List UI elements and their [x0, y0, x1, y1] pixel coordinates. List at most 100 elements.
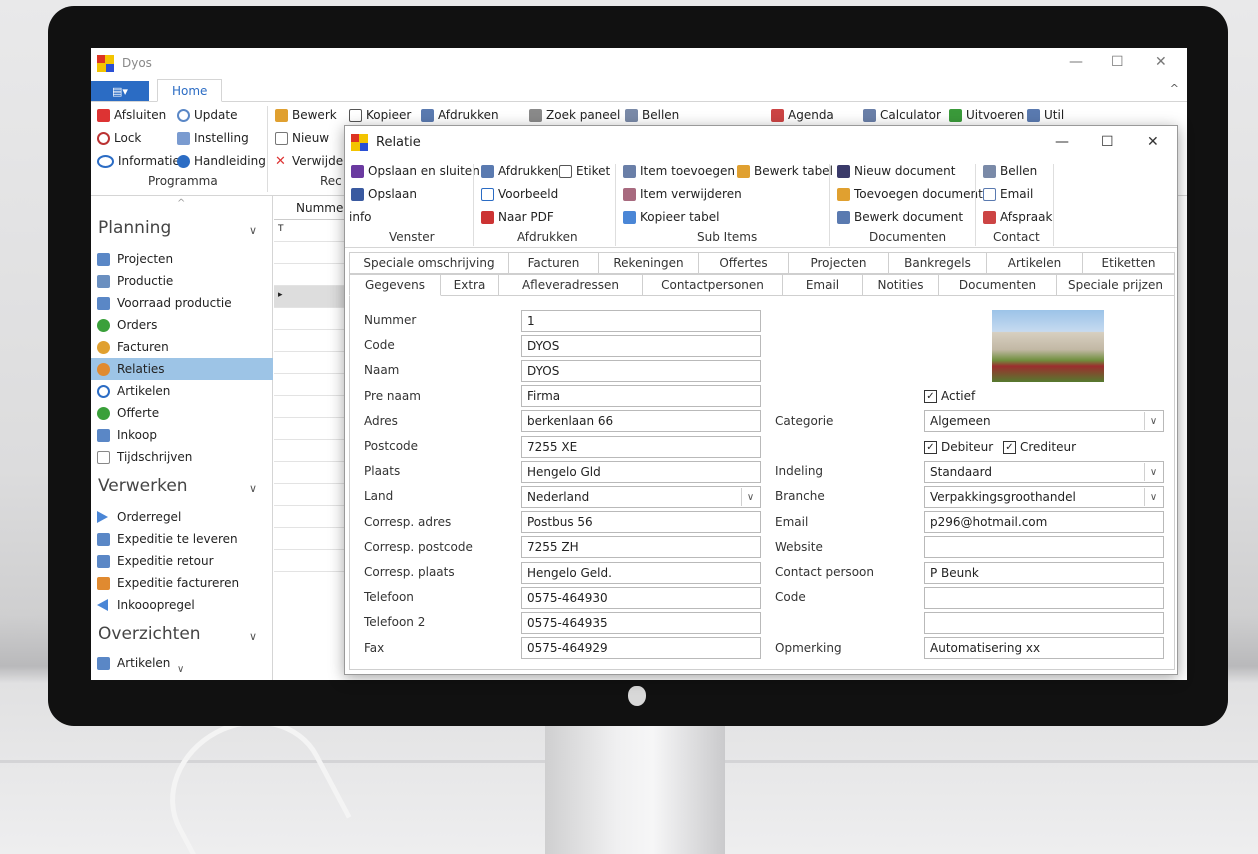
plaats-field[interactable]: Hengelo Gld — [521, 461, 761, 483]
postcode-field[interactable]: 7255 XE — [521, 436, 761, 458]
sidebar-item-tijdschrijven[interactable]: Tijdschrijven — [91, 446, 273, 468]
sidebar-item-voorraad-productie[interactable]: Voorraad productie — [91, 292, 273, 314]
naam-field[interactable]: DYOS — [521, 360, 761, 382]
sidebar-item-inkooopregel[interactable]: Inkooopregel — [91, 594, 273, 616]
table-row[interactable] — [274, 528, 344, 550]
tab-home[interactable]: Home — [157, 79, 223, 102]
filter-icon[interactable]: T — [278, 224, 284, 234]
bewerk-button[interactable]: Bewerk — [275, 108, 337, 122]
corresp-postcode-field[interactable]: 7255 ZH — [521, 536, 761, 558]
sidebar-item-orderregel[interactable]: Orderregel — [91, 506, 273, 528]
sidebar-item-expeditie-factureren[interactable]: Expeditie factureren — [91, 572, 273, 594]
zoek-paneel-button[interactable]: Zoek paneel — [529, 108, 620, 122]
pre-naam-field[interactable]: Firma — [521, 385, 761, 407]
telefoon-field[interactable]: 0575-464930 — [521, 587, 761, 609]
agenda-button[interactable]: Agenda — [771, 108, 834, 122]
scroll-up-icon[interactable]: ^ — [177, 198, 185, 209]
table-row[interactable] — [274, 308, 344, 330]
table-row[interactable]: ▸ — [274, 286, 344, 308]
table-row[interactable] — [274, 506, 344, 528]
sidebar-item-expeditie-retour[interactable]: Expeditie retour — [91, 550, 273, 572]
table-row[interactable] — [274, 352, 344, 374]
section-overzichten[interactable]: Overzichten — [98, 624, 201, 644]
chevron-down-icon[interactable]: ∨ — [249, 224, 257, 237]
nieuw-document-button[interactable]: Nieuw document — [837, 164, 955, 178]
lock-button[interactable]: Lock — [97, 131, 141, 145]
code-field[interactable]: DYOS — [521, 335, 761, 357]
tab-notities[interactable]: Notities — [863, 274, 939, 296]
handleiding-button[interactable]: Handleiding — [177, 154, 266, 168]
chevron-down-icon[interactable]: ∨ — [1144, 412, 1162, 430]
sidebar-item-facturen[interactable]: Facturen — [91, 336, 273, 358]
instelling-button[interactable]: Instelling — [177, 131, 249, 145]
minimize-icon[interactable]: — — [1069, 54, 1083, 70]
grid-column-nummer[interactable]: Nummer — [296, 201, 348, 215]
extra-field[interactable] — [924, 612, 1164, 634]
util-button[interactable]: Util — [1027, 108, 1064, 122]
tab-speciale-omschrijving[interactable]: Speciale omschrijving — [349, 252, 509, 274]
nummer-field[interactable]: 1 — [521, 310, 761, 332]
tab-projecten[interactable]: Projecten — [789, 252, 889, 274]
tab-facturen[interactable]: Facturen — [509, 252, 599, 274]
collapse-ribbon-icon[interactable]: ^ — [1170, 82, 1179, 95]
afsluiten-button[interactable]: Afsluiten — [97, 108, 166, 122]
tab-bankregels[interactable]: Bankregels — [889, 252, 987, 274]
contact-persoon-field[interactable]: P Beunk — [924, 562, 1164, 584]
dialog-maximize-icon[interactable]: ☐ — [1101, 134, 1114, 150]
kopieer-tabel-button[interactable]: Kopieer tabel — [623, 210, 719, 224]
info-button[interactable]: info — [349, 210, 372, 224]
afspraak-button[interactable]: Afspraak — [983, 210, 1052, 224]
naar-pdf-button[interactable]: Naar PDF — [481, 210, 554, 224]
sidebar-item-relaties[interactable]: Relaties — [91, 358, 273, 380]
section-planning[interactable]: Planning — [98, 218, 171, 238]
code-right-field[interactable] — [924, 587, 1164, 609]
uitvoeren-button[interactable]: Uitvoeren — [949, 108, 1024, 122]
tab-artikelen[interactable]: Artikelen — [987, 252, 1083, 274]
dialog-close-icon[interactable]: ✕ — [1147, 134, 1159, 150]
dialog-bellen-button[interactable]: Bellen — [983, 164, 1037, 178]
tab-contactpersonen[interactable]: Contactpersonen — [643, 274, 783, 296]
etiket-button[interactable]: Etiket — [559, 164, 610, 178]
close-icon[interactable]: ✕ — [1155, 54, 1167, 70]
sidebar-item-projecten[interactable]: Projecten — [91, 248, 273, 270]
voorbeeld-button[interactable]: Voorbeeld — [481, 187, 558, 201]
chevron-down-icon[interactable]: ∨ — [249, 482, 257, 495]
table-row[interactable] — [274, 264, 344, 286]
opslaan-en-sluiten-button[interactable]: Opslaan en sluiten — [351, 164, 480, 178]
table-row[interactable] — [274, 330, 344, 352]
table-row[interactable] — [274, 374, 344, 396]
tab-rekeningen[interactable]: Rekeningen — [599, 252, 699, 274]
sidebar-item-expeditie-te-leveren[interactable]: Expeditie te leveren — [91, 528, 273, 550]
land-select[interactable]: Nederland ∨ — [521, 486, 761, 508]
table-row[interactable]: T — [274, 220, 344, 242]
tab-email[interactable]: Email — [783, 274, 863, 296]
corresp-plaats-field[interactable]: Hengelo Geld. — [521, 562, 761, 584]
sidebar-item-orders[interactable]: Orders — [91, 314, 273, 336]
calculator-button[interactable]: Calculator — [863, 108, 941, 122]
table-row[interactable] — [274, 550, 344, 572]
branche-select[interactable]: Verpakkingsgroothandel ∨ — [924, 486, 1164, 508]
telefoon-2-field[interactable]: 0575-464935 — [521, 612, 761, 634]
email-button[interactable]: Email — [983, 187, 1033, 201]
tab-extra[interactable]: Extra — [441, 274, 499, 296]
chevron-down-icon[interactable]: ∨ — [741, 488, 759, 506]
item-toevoegen-button[interactable]: Item toevoegen — [623, 164, 735, 178]
fax-field[interactable]: 0575-464929 — [521, 637, 761, 659]
tab-afleveradressen[interactable]: Afleveradressen — [499, 274, 643, 296]
categorie-select[interactable]: Algemeen ∨ — [924, 410, 1164, 432]
chevron-down-icon[interactable]: ∨ — [1144, 488, 1162, 506]
bewerk-tabel-button[interactable]: Bewerk tabel — [737, 164, 833, 178]
section-verwerken[interactable]: Verwerken — [98, 476, 188, 496]
scroll-down-icon[interactable]: ∨ — [177, 664, 184, 675]
bewerk-document-button[interactable]: Bewerk document — [837, 210, 963, 224]
adres-field[interactable]: berkenlaan 66 — [521, 410, 761, 432]
website-field[interactable] — [924, 536, 1164, 558]
dialog-afdrukken-button[interactable]: Afdrukken — [481, 164, 559, 178]
table-row[interactable] — [274, 440, 344, 462]
sidebar-item-inkoop[interactable]: Inkoop — [91, 424, 273, 446]
relation-photo[interactable] — [992, 310, 1104, 382]
sidebar-item-offerte[interactable]: Offerte — [91, 402, 273, 424]
tab-etiketten[interactable]: Etiketten — [1083, 252, 1175, 274]
tab-gegevens[interactable]: Gegevens — [349, 274, 441, 296]
actief-checkbox[interactable]: ✓ Actief — [924, 389, 975, 403]
